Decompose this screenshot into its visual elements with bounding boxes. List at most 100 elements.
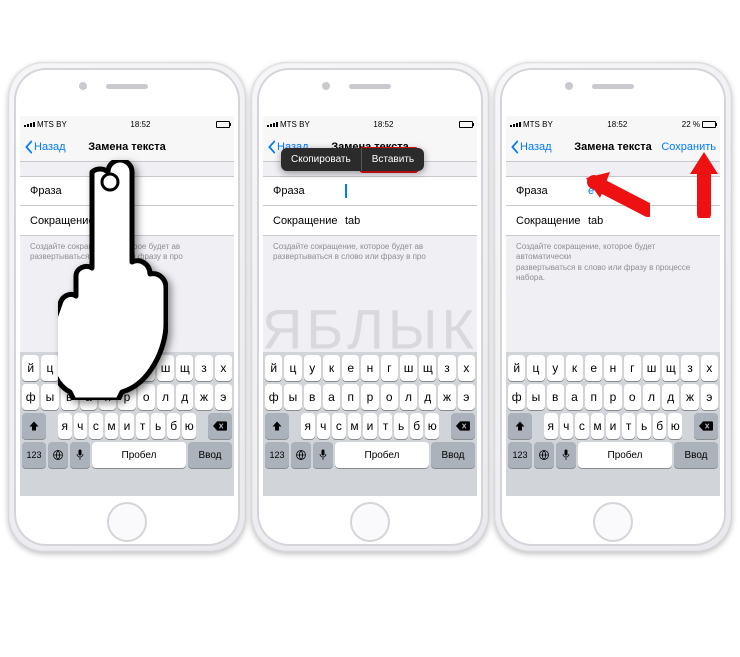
- letter-key[interactable]: у: [304, 355, 321, 381]
- numbers-key[interactable]: 123: [508, 442, 532, 468]
- back-button[interactable]: Назад: [510, 140, 552, 154]
- numbers-key[interactable]: 123: [22, 442, 46, 468]
- backspace-key[interactable]: [694, 413, 718, 439]
- globe-key[interactable]: [48, 442, 68, 468]
- letter-key[interactable]: ь: [151, 413, 165, 439]
- letter-key[interactable]: я: [301, 413, 315, 439]
- letter-key[interactable]: ф: [265, 384, 282, 410]
- letter-key[interactable]: у: [547, 355, 564, 381]
- letter-key[interactable]: с: [575, 413, 589, 439]
- letter-key[interactable]: н: [361, 355, 378, 381]
- shift-key[interactable]: [265, 413, 289, 439]
- letter-key[interactable]: д: [176, 384, 193, 410]
- space-key[interactable]: Пробел: [578, 442, 672, 468]
- letter-key[interactable]: г: [624, 355, 641, 381]
- enter-key[interactable]: Ввод: [431, 442, 475, 468]
- letter-key[interactable]: г: [381, 355, 398, 381]
- letter-key[interactable]: б: [653, 413, 667, 439]
- letter-key[interactable]: з: [195, 355, 212, 381]
- letter-key[interactable]: щ: [662, 355, 679, 381]
- letter-key[interactable]: ы: [527, 384, 544, 410]
- letter-key[interactable]: и: [606, 413, 620, 439]
- letter-key[interactable]: щ: [419, 355, 436, 381]
- shift-key[interactable]: [508, 413, 532, 439]
- home-button[interactable]: [593, 502, 633, 542]
- letter-key[interactable]: м: [105, 413, 119, 439]
- letter-key[interactable]: ю: [425, 413, 439, 439]
- letter-key[interactable]: м: [348, 413, 362, 439]
- backspace-key[interactable]: [451, 413, 475, 439]
- letter-key[interactable]: а: [566, 384, 583, 410]
- letter-key[interactable]: е: [342, 355, 359, 381]
- letter-key[interactable]: й: [265, 355, 282, 381]
- phrase-row[interactable]: Фраза: [263, 176, 477, 206]
- paste-menu-item[interactable]: Вставить: [361, 148, 424, 171]
- letter-key[interactable]: я: [544, 413, 558, 439]
- letter-key[interactable]: о: [381, 384, 398, 410]
- letter-key[interactable]: д: [419, 384, 436, 410]
- letter-key[interactable]: з: [438, 355, 455, 381]
- letter-key[interactable]: н: [604, 355, 621, 381]
- letter-key[interactable]: х: [701, 355, 718, 381]
- letter-key[interactable]: л: [400, 384, 417, 410]
- letter-key[interactable]: р: [604, 384, 621, 410]
- shift-key[interactable]: [22, 413, 46, 439]
- home-button[interactable]: [107, 502, 147, 542]
- letter-key[interactable]: в: [304, 384, 321, 410]
- letter-key[interactable]: ч: [560, 413, 574, 439]
- letter-key[interactable]: ч: [74, 413, 88, 439]
- letter-key[interactable]: ж: [195, 384, 212, 410]
- letter-key[interactable]: о: [624, 384, 641, 410]
- letter-key[interactable]: с: [89, 413, 103, 439]
- letter-key[interactable]: э: [701, 384, 718, 410]
- numbers-key[interactable]: 123: [265, 442, 289, 468]
- letter-key[interactable]: ы: [284, 384, 301, 410]
- context-menu[interactable]: Скопировать Вставить: [281, 148, 424, 171]
- back-button[interactable]: Назад: [24, 140, 66, 154]
- keyboard[interactable]: йцукенгшщзх фывапролджэ ячсмитьбю 123 Пр…: [506, 352, 720, 496]
- letter-key[interactable]: э: [215, 384, 232, 410]
- letter-key[interactable]: щ: [176, 355, 193, 381]
- enter-key[interactable]: Ввод: [188, 442, 232, 468]
- keyboard[interactable]: йцукенгшщзх фывапролджэ ячсмитьбю 123 Пр…: [263, 352, 477, 496]
- letter-key[interactable]: т: [622, 413, 636, 439]
- mic-key[interactable]: [70, 442, 90, 468]
- letter-key[interactable]: к: [323, 355, 340, 381]
- backspace-key[interactable]: [208, 413, 232, 439]
- letter-key[interactable]: в: [547, 384, 564, 410]
- letter-key[interactable]: х: [458, 355, 475, 381]
- letter-key[interactable]: ж: [438, 384, 455, 410]
- letter-key[interactable]: ю: [182, 413, 196, 439]
- letter-key[interactable]: ц: [41, 355, 58, 381]
- letter-key[interactable]: ц: [527, 355, 544, 381]
- letter-key[interactable]: к: [566, 355, 583, 381]
- letter-key[interactable]: ю: [668, 413, 682, 439]
- space-key[interactable]: Пробел: [92, 442, 186, 468]
- letter-key[interactable]: ш: [400, 355, 417, 381]
- letter-key[interactable]: й: [508, 355, 525, 381]
- letter-key[interactable]: ы: [41, 384, 58, 410]
- copy-menu-item[interactable]: Скопировать: [281, 148, 361, 171]
- letter-key[interactable]: х: [215, 355, 232, 381]
- letter-key[interactable]: л: [643, 384, 660, 410]
- letter-key[interactable]: ь: [394, 413, 408, 439]
- letter-key[interactable]: е: [585, 355, 602, 381]
- letter-key[interactable]: э: [458, 384, 475, 410]
- shortcut-row[interactable]: Сокращение tab: [263, 206, 477, 236]
- letter-key[interactable]: ф: [22, 384, 39, 410]
- letter-key[interactable]: а: [323, 384, 340, 410]
- letter-key[interactable]: й: [22, 355, 39, 381]
- letter-key[interactable]: ч: [317, 413, 331, 439]
- letter-key[interactable]: т: [379, 413, 393, 439]
- globe-key[interactable]: [534, 442, 554, 468]
- letter-key[interactable]: ш: [643, 355, 660, 381]
- letter-key[interactable]: б: [410, 413, 424, 439]
- letter-key[interactable]: п: [342, 384, 359, 410]
- letter-key[interactable]: ц: [284, 355, 301, 381]
- letter-key[interactable]: ь: [637, 413, 651, 439]
- home-button[interactable]: [350, 502, 390, 542]
- letter-key[interactable]: м: [591, 413, 605, 439]
- mic-key[interactable]: [556, 442, 576, 468]
- letter-key[interactable]: и: [120, 413, 134, 439]
- mic-key[interactable]: [313, 442, 333, 468]
